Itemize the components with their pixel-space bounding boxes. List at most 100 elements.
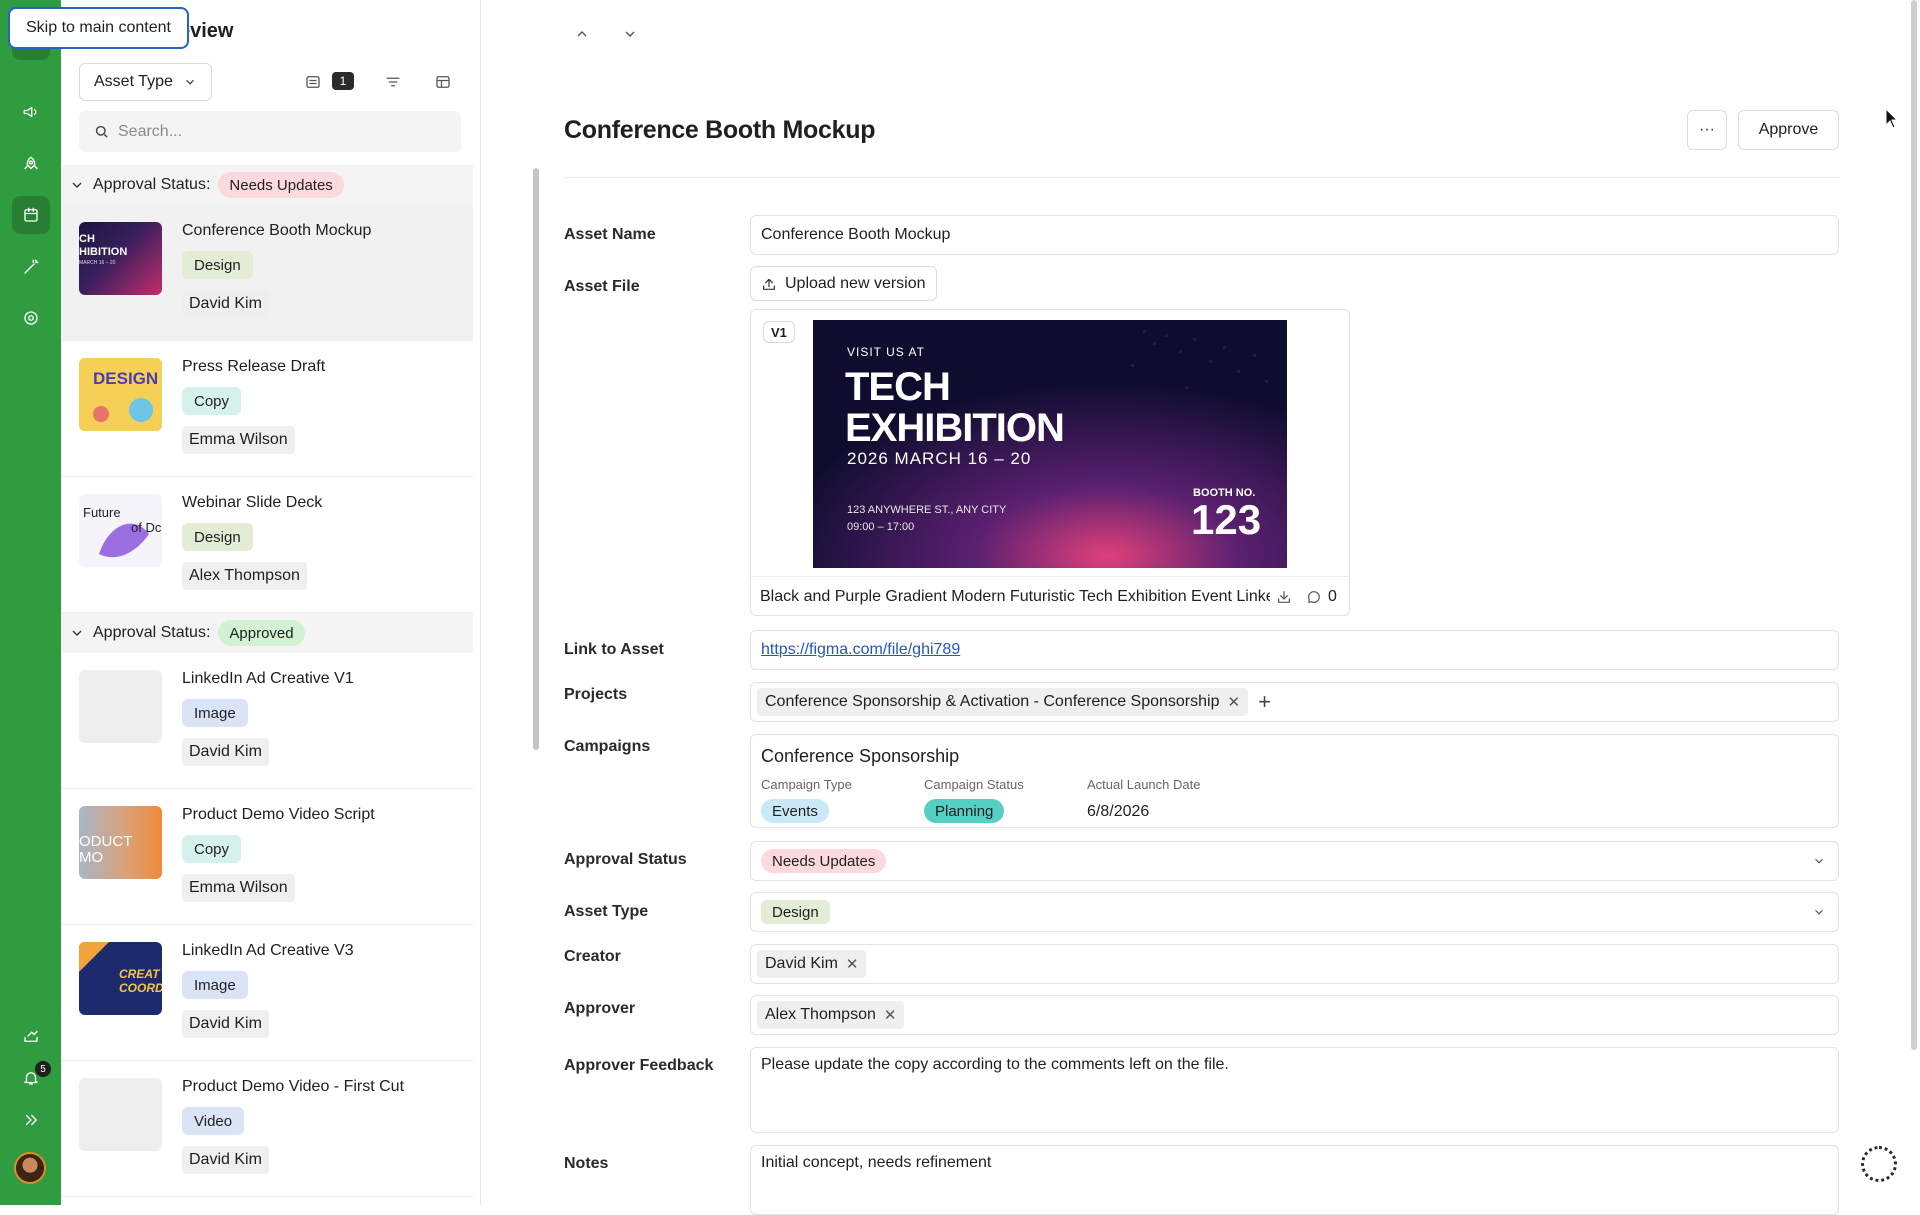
approver-field[interactable]: Alex Thompson ✕	[750, 995, 1839, 1035]
remove-icon[interactable]: ✕	[884, 1006, 897, 1024]
svg-text:CREAT: CREAT	[119, 967, 161, 981]
preview-hours: 09:00 – 17:00	[847, 521, 914, 533]
creator-chip: David Kim	[182, 738, 269, 766]
asset-type-value: Design	[761, 900, 830, 924]
asset-type-tag: Video	[182, 1107, 245, 1135]
asset-thumbnail: DESIGN	[79, 358, 162, 431]
skip-to-main-link[interactable]: Skip to main content	[8, 7, 189, 49]
magic-wand-icon[interactable]	[18, 254, 44, 280]
link-field[interactable]: https://figma.com/file/ghi789	[750, 630, 1839, 670]
list-item[interactable]: LinkedIn Ad Creative V1 Image David Kim	[61, 653, 473, 789]
list-item[interactable]: ODUCT MO Product Demo Video Script Copy …	[61, 789, 473, 925]
asset-list-panel: eview Asset Type 1 Approval Status: Need…	[61, 0, 539, 1205]
chevron-down-icon	[625, 31, 635, 37]
group-header-approved[interactable]: Approval Status: Approved	[61, 613, 473, 653]
svg-text:MO: MO	[79, 849, 103, 866]
campaign-status-badge: Planning	[924, 799, 1005, 823]
download-icon[interactable]	[1276, 589, 1292, 605]
share-icon[interactable]	[18, 1023, 44, 1049]
page-scrollbar[interactable]	[1911, 0, 1917, 1050]
preview-line1: TECH	[845, 365, 950, 409]
preview-kicker: VISIT US AT	[847, 345, 925, 359]
asset-thumbnail: Future of Dc	[79, 494, 162, 567]
at-sign-icon[interactable]	[18, 305, 44, 331]
calendar-icon[interactable]	[12, 196, 50, 234]
megaphone-icon[interactable]	[18, 99, 44, 125]
campaign-type-badge: Events	[761, 799, 829, 823]
asset-type-tag: Copy	[182, 387, 242, 415]
group-header-needs-updates[interactable]: Approval Status: Needs Updates	[61, 165, 473, 205]
asset-type-select[interactable]: Design	[750, 892, 1839, 932]
asset-file-label: Asset File	[564, 278, 640, 295]
list-item[interactable]: Product Demo Video - First Cut Video Dav…	[61, 1061, 473, 1197]
asset-type-label: Asset Type	[564, 903, 649, 920]
search-input[interactable]	[118, 122, 438, 141]
file-footer: Black and Purple Gradient Modern Futuris…	[751, 576, 1349, 616]
list-item[interactable]: CREAT COORD LinkedIn Ad Creative V3 Imag…	[61, 925, 473, 1061]
upload-new-version-button[interactable]: Upload new version	[750, 266, 937, 301]
user-avatar[interactable]	[14, 1152, 46, 1184]
launch-date-value: 6/8/2026	[1087, 803, 1150, 820]
preview-address: 123 ANYWHERE ST., ANY CITY	[847, 504, 1007, 516]
svg-text:COORD: COORD	[119, 981, 162, 995]
link-label: Link to Asset	[564, 641, 664, 658]
list-item[interactable]: DESIGN Press Release Draft Copy Emma Wil…	[61, 341, 473, 477]
campaign-card[interactable]: Conference Sponsorship Campaign Type Eve…	[750, 734, 1839, 828]
launch-date-label: Actual Launch Date	[1087, 777, 1201, 792]
search-icon	[95, 125, 108, 138]
search-box[interactable]	[79, 111, 461, 152]
asset-type-filter[interactable]: Asset Type	[79, 63, 212, 101]
svg-text:ODUCT: ODUCT	[79, 833, 132, 850]
asset-thumbnail: CH HIBITION MARCH 16 – 20	[79, 222, 162, 295]
version-badge[interactable]: V1	[763, 321, 795, 343]
approver-label: Approver	[564, 1000, 636, 1017]
asset-type-tag: Image	[182, 971, 248, 999]
loading-spinner-icon	[1861, 1146, 1897, 1182]
layout-icon[interactable]	[432, 71, 454, 93]
asset-thumbnail	[79, 670, 162, 743]
approver-feedback-textarea[interactable]: Please update the copy according to the …	[750, 1047, 1839, 1133]
asset-name-field[interactable]: Conference Booth Mockup	[750, 215, 1839, 255]
chevron-down-icon	[1812, 854, 1826, 868]
chevron-down-icon	[72, 630, 82, 636]
status-badge: Needs Updates	[218, 172, 344, 198]
approval-status-label: Approval Status	[564, 851, 687, 868]
creator-field[interactable]: David Kim ✕	[750, 944, 1839, 984]
add-project-icon[interactable]: +	[1258, 691, 1271, 713]
filter-icon[interactable]	[382, 71, 404, 93]
upload-icon	[763, 278, 775, 290]
list-item[interactable]: Future of Dc Webinar Slide Deck Design A…	[61, 477, 473, 613]
projects-field[interactable]: Conference Sponsorship & Activation - Co…	[750, 682, 1839, 722]
expand-icon[interactable]	[18, 1107, 44, 1133]
remove-icon[interactable]: ✕	[1227, 693, 1240, 711]
approve-button[interactable]: Approve	[1738, 110, 1839, 150]
chevron-down-icon	[72, 182, 82, 188]
notes-label: Notes	[564, 1155, 609, 1172]
list-item[interactable]: CH HIBITION MARCH 16 – 20 Conference Boo…	[61, 205, 473, 341]
rocket-icon[interactable]	[18, 151, 44, 177]
preview-line2: EXHIBITION	[845, 406, 1064, 450]
svg-text:MARCH 16 – 20: MARCH 16 – 20	[79, 260, 116, 266]
comment-icon[interactable]	[1306, 589, 1322, 605]
previous-record-button[interactable]	[574, 26, 594, 46]
asset-list: Approval Status: Needs Updates CH HIBITI…	[61, 165, 473, 1205]
asset-preview-image[interactable]: VISIT US AT TECH EXHIBITION 2026 MARCH 1…	[813, 320, 1287, 568]
chevron-up-icon	[577, 31, 587, 37]
creator-chip: David Kim	[182, 1010, 269, 1038]
approval-status-value: Needs Updates	[761, 849, 887, 873]
list-item-title: Product Demo Video - First Cut	[182, 1078, 405, 1095]
remove-icon[interactable]: ✕	[846, 955, 859, 973]
asset-detail: Conference Booth Mockup ··· Approve Asse…	[482, 0, 1920, 1215]
list-view-icon[interactable]	[302, 71, 324, 93]
creator-chip: Emma Wilson	[182, 426, 295, 454]
list-item-title: Product Demo Video Script	[182, 806, 375, 823]
campaigns-label: Campaigns	[564, 738, 651, 755]
more-options-button[interactable]: ···	[1687, 110, 1727, 150]
approval-status-select[interactable]: Needs Updates	[750, 841, 1839, 881]
preview-booth-number: 123	[1191, 496, 1261, 543]
asset-link[interactable]: https://figma.com/file/ghi789	[761, 641, 960, 659]
comment-count: 0	[1328, 587, 1337, 605]
page-title: Conference Booth Mockup	[564, 116, 876, 144]
campaign-status-label: Campaign Status	[924, 777, 1024, 792]
next-record-button[interactable]	[622, 26, 642, 46]
